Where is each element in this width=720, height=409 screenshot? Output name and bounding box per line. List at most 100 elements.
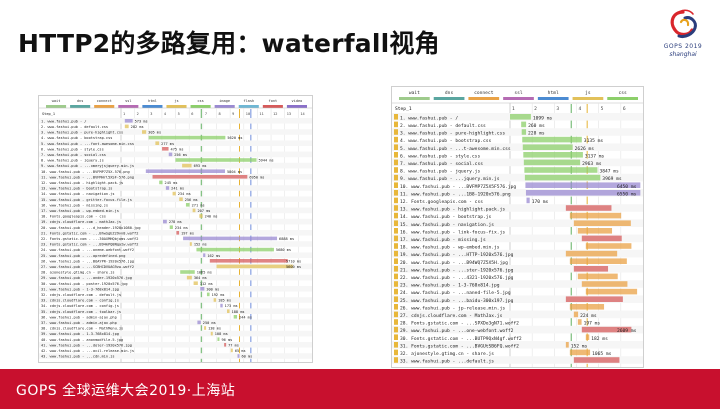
resource-lock-icon bbox=[394, 174, 398, 181]
request-bar bbox=[573, 220, 631, 226]
request-bar bbox=[565, 205, 612, 211]
resource-lock-icon bbox=[394, 357, 398, 363]
resource-lock-icon bbox=[394, 258, 398, 264]
phase-legend-swatch bbox=[238, 105, 259, 108]
request-bar bbox=[185, 203, 190, 207]
phase-legend-swatch bbox=[262, 105, 283, 108]
time-tick-label: 3 bbox=[556, 106, 559, 112]
request-time: 245 ms bbox=[165, 181, 178, 185]
resource-lock-icon bbox=[394, 205, 398, 211]
request-time: 244 ms bbox=[239, 315, 252, 319]
request-label: 41. www.fashui.pub - ...doler-1920x576.j… bbox=[41, 343, 132, 347]
request-label: 3. www.fashui.pub - pure-highlight.css bbox=[41, 131, 123, 135]
request-label: 24. www.fashui.pub - ...naned-file-5.jpg bbox=[400, 290, 511, 296]
request-time: 475 ms bbox=[171, 147, 184, 151]
request-label: 27. www.fashui.pub - ...SCBHCDVUAG9zw.wo… bbox=[41, 265, 134, 269]
request-time: 6450 ms bbox=[617, 184, 637, 190]
request-bar bbox=[210, 331, 213, 336]
resource-lock-icon bbox=[394, 304, 398, 310]
resource-lock-icon bbox=[394, 129, 398, 135]
resource-lock-icon bbox=[394, 114, 398, 120]
request-time: 5620 ms bbox=[227, 136, 242, 140]
request-time: 1099 ms bbox=[533, 115, 553, 121]
request-label: 22. www.fashui.pub - ...4321-1920x576.jp… bbox=[400, 275, 514, 281]
request-time: 197 ms bbox=[181, 231, 194, 235]
request-time: 5944 ms bbox=[259, 159, 274, 163]
request-time: 108 ms bbox=[215, 332, 228, 336]
request-label: 17. www.fashui.pub - wp-embed.min.js bbox=[41, 209, 119, 213]
request-bar bbox=[199, 214, 203, 218]
phase-legend-label: html bbox=[548, 90, 559, 96]
request-bar bbox=[172, 191, 176, 196]
request-label: 18. www.fashui.pub - wp-embed.min.js bbox=[400, 245, 500, 251]
request-time: 312 ms bbox=[200, 282, 213, 286]
request-label: 40. www.fashui.pub - anonmodfile-5.jpg bbox=[41, 338, 123, 342]
phase-legend-swatch bbox=[468, 97, 500, 100]
resource-lock-icon bbox=[394, 319, 398, 325]
request-label: 37. www.fashui.pub - admin-ajax.php bbox=[41, 321, 117, 325]
phase-legend-swatch bbox=[607, 97, 638, 100]
footer-banner: GOPS 全球运维大会2019·上海站 bbox=[0, 369, 720, 409]
request-bar bbox=[152, 175, 248, 179]
phase-legend-label: wait bbox=[409, 90, 420, 96]
request-bar bbox=[522, 144, 573, 150]
request-bar bbox=[180, 270, 195, 274]
request-label: 23. Fonts.gstatic.com - ...B94kPQ8NqaIw.… bbox=[41, 243, 138, 247]
phase-legend-label: dns bbox=[445, 90, 454, 96]
request-bar bbox=[182, 163, 192, 168]
request-label: 23. www.fashui.pub - 1-3-768x814.jpg bbox=[400, 283, 500, 289]
request-label: 30. www.fashui.pub - poster-1920x576.jpg bbox=[41, 282, 128, 286]
request-bar bbox=[206, 292, 210, 297]
time-tick-label: 4 bbox=[579, 106, 582, 112]
request-bar bbox=[148, 135, 226, 140]
time-tick-label: 14 bbox=[300, 112, 304, 116]
step-header: Step_1 bbox=[42, 112, 55, 116]
request-time: 207 ms bbox=[197, 209, 210, 213]
request-bar bbox=[175, 158, 257, 162]
phase-legend-label: dns bbox=[77, 99, 84, 103]
request-time: 5600 ms bbox=[286, 265, 301, 269]
request-time: 2963 ms bbox=[582, 161, 602, 167]
request-time: 188 ms bbox=[232, 310, 245, 314]
request-bar bbox=[521, 121, 527, 128]
request-label: 17. www.fashui.pub - missing.js bbox=[400, 237, 486, 243]
request-label: 1. www.fashui.pub - / bbox=[41, 119, 86, 123]
time-tick-label: 1 bbox=[512, 106, 515, 112]
request-label: 15. www.fashui.pub - gritter-focus-file.… bbox=[41, 198, 132, 202]
request-time: 3135 ms bbox=[584, 138, 604, 144]
phase-legend-swatch bbox=[94, 105, 115, 108]
resource-lock-icon bbox=[394, 281, 398, 287]
resource-lock-icon bbox=[394, 212, 398, 219]
phase-legend-label: video bbox=[292, 99, 303, 103]
request-label: 20. www.fashui.pub - ...B94WQ7Z5X5H.jpg bbox=[400, 260, 508, 266]
request-bar bbox=[193, 281, 198, 285]
time-tick-label: 13 bbox=[287, 112, 291, 116]
request-bar bbox=[227, 309, 230, 313]
request-bar bbox=[577, 273, 618, 280]
resource-lock-icon bbox=[394, 266, 398, 272]
request-time: 6950 ms bbox=[249, 175, 264, 179]
request-bar bbox=[585, 288, 638, 295]
request-time: 256 ms bbox=[185, 198, 198, 202]
request-bar bbox=[169, 225, 173, 229]
request-label: 21. Fonts.gstatic.com - ...BhwSgEZ29vn8.… bbox=[41, 231, 138, 235]
request-time: 224 ms bbox=[580, 313, 597, 319]
phase-legend-swatch bbox=[572, 97, 604, 100]
time-tick-label: 5 bbox=[601, 106, 604, 112]
request-label: 16. www.fashui.pub - link-focus-fix.js bbox=[400, 229, 505, 235]
request-bar bbox=[585, 243, 632, 249]
slide-title: HTTP2的多路复用：waterfall视角 bbox=[18, 29, 440, 58]
request-label: 8. www.fashui.pub - jquery.js bbox=[41, 159, 104, 163]
phase-legend-swatch bbox=[537, 97, 569, 100]
gops-swirl-icon bbox=[670, 9, 697, 38]
time-tick-label: 9 bbox=[232, 112, 234, 116]
request-bar bbox=[216, 264, 293, 269]
phase-legend-label: js bbox=[585, 90, 591, 96]
request-label: 6. www.fashui.pub - style.css bbox=[400, 153, 480, 159]
resource-lock-icon bbox=[394, 349, 398, 356]
request-time: 173 ms bbox=[225, 304, 238, 308]
request-label: 11. www.fashui.pub - ...BVFMHrl5XSF-576.… bbox=[41, 175, 134, 179]
waterfall-right-svg: wait dns connect ssl html js css Step_1 1 2 3 4 5 6 1.… bbox=[392, 90, 643, 367]
waterfall-chart-http1: wait dns connect ssl html js css image flash font… bbox=[38, 95, 313, 363]
request-bar bbox=[179, 197, 183, 201]
